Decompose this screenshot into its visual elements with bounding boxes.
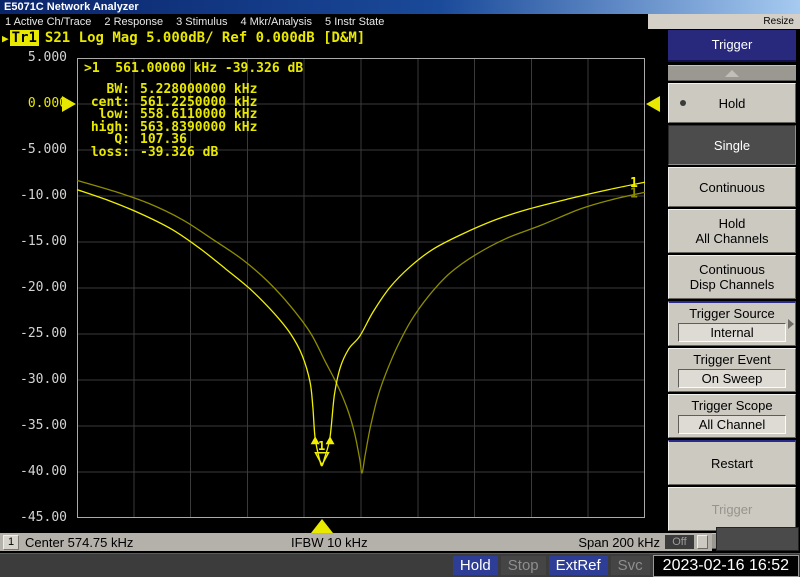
sidebar-button-hold[interactable]: Hold bbox=[668, 83, 796, 123]
y-axis-label: -40.00 bbox=[0, 464, 72, 480]
active-trace-arrow-icon: ▶ bbox=[2, 32, 9, 45]
y-axis-label: -25.00 bbox=[0, 326, 72, 342]
channel-status-bar: 1 Center 574.75 kHz IFBW 10 kHz Span 200… bbox=[0, 533, 712, 551]
submenu-arrow-icon bbox=[788, 319, 794, 329]
sidebar-button-hold-all-channels[interactable]: Hold All Channels bbox=[668, 209, 796, 253]
off-indicator: Off bbox=[665, 535, 694, 549]
menu-item-response[interactable]: 2 Response bbox=[104, 16, 163, 28]
instrument-screen: E5071C Network Analyzer 1 Active Ch/Trac… bbox=[0, 0, 800, 577]
marker-stimulus-indicator-icon bbox=[311, 519, 333, 533]
span-label: Span 200 kHz bbox=[540, 534, 660, 551]
resize-menu[interactable]: Resize bbox=[648, 14, 800, 29]
selected-bullet-icon bbox=[680, 100, 686, 106]
window-title: E5071C Network Analyzer bbox=[4, 1, 139, 13]
instrument-status-bar: Hold Stop ExtRef Svc 2023-02-16 16:52 bbox=[0, 553, 800, 577]
hold-status-badge: Hold bbox=[453, 556, 498, 575]
y-axis-label: -45.00 bbox=[0, 510, 72, 526]
window-titlebar: E5071C Network Analyzer bbox=[0, 0, 800, 14]
channel-bar-handle[interactable] bbox=[697, 535, 708, 549]
y-axis-label: -5.000 bbox=[0, 142, 72, 158]
y-axis-label: -20.00 bbox=[0, 280, 72, 296]
ifbw-label: IFBW 10 kHz bbox=[291, 534, 368, 551]
trace-number-label: 1 bbox=[630, 176, 638, 191]
sidebar-button-trigger-disabled: Trigger bbox=[668, 487, 796, 531]
y-axis-label: -30.00 bbox=[0, 372, 72, 388]
menu-bar: 1 Active Ch/Trace 2 Response 3 Stimulus … bbox=[0, 14, 648, 29]
trace1-badge[interactable]: Tr1 bbox=[10, 30, 39, 46]
sidebar-button-continuous[interactable]: Continuous bbox=[668, 167, 796, 207]
sidebar-button-trigger-event[interactable]: Trigger Event On Sweep bbox=[668, 348, 796, 392]
trigger-scope-value: All Channel bbox=[678, 415, 786, 434]
marker1-icon bbox=[315, 453, 328, 465]
loss-row: loss:-39.326 dB bbox=[84, 147, 303, 160]
center-frequency-label: Center 574.75 kHz bbox=[25, 534, 133, 551]
y-axis-label: -35.00 bbox=[0, 418, 72, 434]
softkey-menu-title: Trigger bbox=[668, 30, 796, 62]
sidebar-button-single[interactable]: Single bbox=[668, 125, 796, 165]
menu-item-stimulus[interactable]: 3 Stimulus bbox=[176, 16, 227, 28]
marker1-readout-line: >1 561.00000 kHz -39.326 dB bbox=[84, 61, 303, 76]
ref-level-marker-left-icon bbox=[62, 96, 76, 112]
sidebar-button-restart[interactable]: Restart bbox=[668, 440, 796, 485]
scroll-up-icon bbox=[725, 70, 739, 77]
menu-item-mkr-analysis[interactable]: 4 Mkr/Analysis bbox=[240, 16, 312, 28]
trace1-format-text: S21 Log Mag 5.000dB/ Ref 0.000dB [D&M] bbox=[45, 30, 365, 46]
sidebar-button-trigger-scope[interactable]: Trigger Scope All Channel bbox=[668, 394, 796, 438]
y-axis-label: -10.00 bbox=[0, 188, 72, 204]
trigger-source-value: Internal bbox=[678, 323, 786, 342]
marker1-number-label: 1 bbox=[318, 439, 325, 453]
menu-item-active-ch-trace[interactable]: 1 Active Ch/Trace bbox=[5, 16, 91, 28]
sidebar-bottom-panel bbox=[716, 527, 799, 551]
menu-item-instr-state[interactable]: 5 Instr State bbox=[325, 16, 384, 28]
marker-readout: >1 561.00000 kHz -39.326 dB BW:5.2280000… bbox=[84, 61, 303, 159]
ref-level-marker-right-icon bbox=[646, 96, 660, 112]
trace-status-line: ▶Tr1 S21 Log Mag 5.000dB/ Ref 0.000dB [D&… bbox=[2, 29, 365, 47]
datetime-display: 2023-02-16 16:52 bbox=[653, 555, 799, 577]
y-axis-label: -15.00 bbox=[0, 234, 72, 250]
trigger-event-value: On Sweep bbox=[678, 369, 786, 388]
channel-number-box: 1 bbox=[3, 535, 19, 550]
bw-high-marker-icon bbox=[326, 436, 335, 444]
softkey-menu: Trigger Hold Single Continuous Hold All … bbox=[662, 29, 800, 553]
softkey-scroll-up[interactable] bbox=[668, 65, 796, 81]
y-axis-label: 5.000 bbox=[0, 50, 72, 66]
svc-status-badge: Svc bbox=[611, 556, 650, 575]
extref-status-badge: ExtRef bbox=[549, 556, 608, 575]
sidebar-button-continuous-disp-channels[interactable]: Continuous Disp Channels bbox=[668, 255, 796, 299]
stop-status-badge: Stop bbox=[501, 556, 546, 575]
sidebar-button-trigger-source[interactable]: Trigger Source Internal bbox=[668, 301, 796, 346]
